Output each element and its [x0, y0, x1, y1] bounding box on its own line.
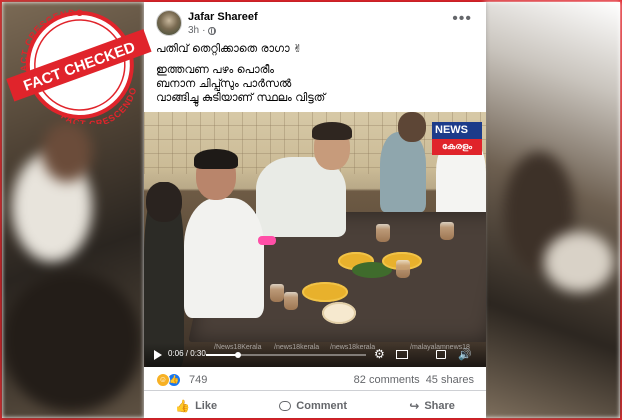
blurred-backdrop-right: [484, 2, 620, 418]
video-plate: [322, 302, 356, 324]
video-cup: [440, 222, 454, 240]
post-time[interactable]: 3h: [188, 25, 199, 36]
gear-icon[interactable]: ⚙: [374, 348, 386, 360]
play-icon[interactable]: [154, 350, 162, 360]
news18-kerala-logo: NEWS18 കേരളം: [432, 122, 482, 156]
share-button[interactable]: ↪ Share: [409, 399, 455, 413]
post-meta: 3h ·: [188, 25, 217, 36]
logo-news-text: NEWS: [435, 124, 468, 136]
reactions[interactable]: ☺ 👍 749: [156, 373, 207, 387]
comment-label: Comment: [296, 400, 348, 412]
pip-icon[interactable]: [396, 350, 408, 359]
shares-count[interactable]: 45 shares: [426, 374, 474, 386]
video-person: [398, 112, 426, 142]
video-watermark: /news18kerala: [330, 344, 376, 351]
thumb-icon: 👍: [175, 399, 191, 413]
comment-icon: [279, 401, 292, 411]
post-text-line: പതിവ് തെറ്റിക്കാതെ രാഗാ ✌: [156, 42, 303, 55]
haha-reaction-icon: ☺: [156, 373, 170, 387]
video-cup: [396, 260, 410, 278]
post-stats: ☺ 👍 749 82 comments 45 shares: [144, 367, 486, 391]
video-person: [184, 198, 264, 318]
video-person: [380, 132, 426, 212]
post-text-line: വാങ്ങിച്ചു കുടിയാണ് സ്ഥലം വിട്ടത്: [156, 91, 326, 104]
share-icon: ↪: [409, 399, 420, 413]
share-label: Share: [424, 400, 455, 412]
globe-icon: [208, 26, 217, 35]
progress-fill: [206, 354, 238, 356]
video-player[interactable]: NEWS18 കേരളം 0:06 / 0:30 /News18Kerala /…: [144, 112, 486, 367]
facebook-post-card: Jafar Shareef 3h · ••• പതിവ് തെറ്റിക്കാത…: [144, 2, 486, 418]
reaction-count[interactable]: 749: [189, 374, 207, 386]
video-person: [146, 182, 182, 222]
more-options-icon[interactable]: •••: [452, 10, 472, 28]
post-header: Jafar Shareef 3h · •••: [144, 2, 486, 38]
video-plate: [302, 282, 348, 302]
video-time: 0:06 / 0:30: [168, 349, 206, 358]
comments-count[interactable]: 82 comments: [354, 374, 420, 386]
video-person: [312, 122, 352, 140]
post-text-line: ബനാന ചിപ്പ്സും പാർസൽ: [156, 77, 292, 90]
fullscreen-icon[interactable]: [436, 350, 446, 359]
post-author[interactable]: Jafar Shareef: [188, 11, 258, 23]
video-cup: [284, 292, 298, 310]
video-watermark: /News18Kerala: [214, 344, 262, 351]
fact-checked-stamp: FACT CRESCENDO FACT CRESCENDO FACT CHECK…: [3, 4, 152, 124]
logo-kerala-text: കേരളം: [432, 139, 482, 155]
post-text-line: ഇത്തവണ പഴം പൊരീം: [156, 63, 275, 76]
video-controls: 0:06 / 0:30 /News18Kerala /news18kerala …: [144, 343, 486, 367]
video-person: [194, 149, 238, 169]
comment-button[interactable]: Comment: [279, 400, 347, 412]
post-text: പതിവ് തെറ്റിക്കാതെ രാഗാ ✌ ഇത്തവണ പഴം പൊര…: [156, 42, 476, 105]
video-cup: [376, 224, 390, 242]
post-actions: 👍 Like Comment ↪ Share: [144, 394, 486, 418]
like-label: Like: [195, 400, 218, 412]
progress-bar[interactable]: [206, 352, 366, 358]
video-cup: [270, 284, 284, 302]
like-button[interactable]: 👍 Like: [175, 399, 217, 413]
progress-knob[interactable]: [235, 352, 241, 358]
video-watermark: /news18kerala: [274, 344, 320, 351]
video-object: [258, 236, 276, 245]
avatar[interactable]: [156, 10, 182, 36]
engagement-counts: 82 comments 45 shares: [354, 374, 474, 386]
volume-icon[interactable]: 🔊: [458, 348, 472, 361]
